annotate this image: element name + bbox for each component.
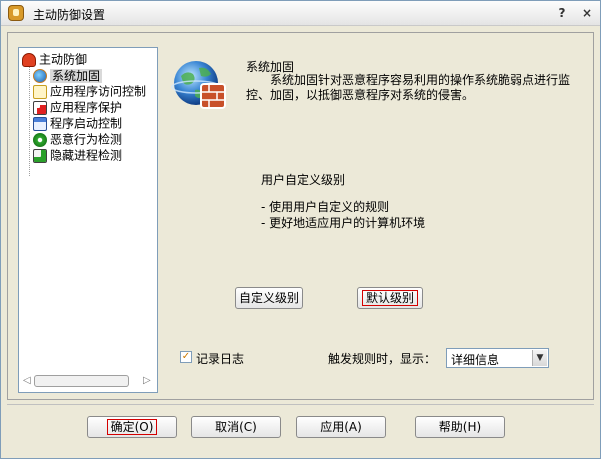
tree-root-label: 主动防御: [39, 52, 88, 67]
tree-connector-line: [29, 66, 31, 176]
ok-button[interactable]: 确定(O): [87, 416, 177, 438]
tree-horizontal-scrollbar[interactable]: ◁ ▷: [23, 374, 153, 388]
hand-shield-icon: [22, 52, 36, 67]
log-label[interactable]: 记录日志: [196, 350, 244, 367]
tree-item-label: 应用程序访问控制: [50, 84, 147, 99]
tree-item-label: 恶意行为检测: [50, 132, 123, 147]
display-detail-select[interactable]: 详细信息 ▼: [446, 348, 549, 368]
tree-item-label: 系统加固: [50, 68, 103, 83]
window-start-icon: [33, 116, 47, 131]
cancel-button[interactable]: 取消(C): [191, 416, 281, 438]
settings-window: 主动防御设置 ? × 主动防御 系统加固 应用程序访问控制 应用程序保护 程序启…: [0, 0, 601, 459]
help-button[interactable]: 帮助(H): [415, 416, 505, 438]
no-entry-icon: [33, 100, 47, 115]
tree-item-app-protection[interactable]: 应用程序保护: [33, 99, 122, 115]
section-description: 系统加固针对恶意程序容易利用的操作系统脆弱点进行监控、加固，以抵御恶意程序对系统…: [246, 73, 571, 102]
level-bullet: - 更好地适应用户的计算机环境: [261, 216, 426, 230]
title-bar: 主动防御设置 ? ×: [1, 1, 600, 26]
apply-button[interactable]: 应用(A): [296, 416, 386, 438]
tree-item-label: 隐藏进程检测: [50, 148, 123, 163]
display-detail-value: 详细信息: [451, 353, 500, 367]
green-eye-icon: [33, 132, 47, 147]
hidden-process-icon: [33, 148, 47, 163]
tree-item-label: 程序启动控制: [50, 116, 123, 131]
tree-item-label: 应用程序保护: [50, 100, 123, 115]
tree-item-malicious-behavior-detection[interactable]: 恶意行为检测: [33, 131, 122, 147]
default-level-button[interactable]: 默认级别: [357, 287, 423, 309]
tree-item-system-hardening[interactable]: 系统加固: [33, 67, 103, 83]
level-title: 用户自定义级别: [261, 173, 346, 187]
scroll-thumb[interactable]: [34, 375, 129, 387]
ok-label: 确定(O): [106, 419, 158, 435]
tree-item-startup-control[interactable]: 程序启动控制: [33, 115, 122, 131]
settings-panel: 主动防御 系统加固 应用程序访问控制 应用程序保护 程序启动控制 恶意行为检测 …: [7, 32, 594, 400]
default-level-label: 默认级别: [361, 290, 418, 306]
trigger-display-label: 触发规则时，显示：: [328, 352, 437, 366]
close-button[interactable]: ×: [578, 5, 596, 21]
footer-separator: [7, 404, 594, 405]
help-title-button[interactable]: ?: [553, 5, 571, 21]
settings-tree[interactable]: 主动防御 系统加固 应用程序访问控制 应用程序保护 程序启动控制 恶意行为检测 …: [18, 47, 158, 393]
scroll-left-arrow-icon[interactable]: ◁: [23, 374, 33, 388]
globe-shield-icon: [33, 68, 47, 83]
globe-firewall-icon: [171, 61, 226, 109]
custom-level-button[interactable]: 自定义级别: [235, 287, 303, 309]
level-bullet: - 使用用户自定义的规则: [261, 200, 390, 214]
app-access-icon: [33, 84, 47, 99]
footer-button-bar: 确定(O) 取消(C) 应用(A) 帮助(H): [7, 406, 594, 454]
log-checkbox[interactable]: ✓: [180, 351, 192, 363]
tree-item-app-access-control[interactable]: 应用程序访问控制: [33, 83, 146, 99]
tree-root-active-defense[interactable]: 主动防御: [22, 51, 87, 67]
tree-item-hidden-process-detection[interactable]: 隐藏进程检测: [33, 147, 122, 163]
scroll-right-arrow-icon[interactable]: ▷: [143, 374, 153, 388]
app-logo-icon: [8, 5, 24, 21]
window-title: 主动防御设置: [33, 8, 106, 22]
dropdown-arrow-icon[interactable]: ▼: [532, 350, 547, 366]
